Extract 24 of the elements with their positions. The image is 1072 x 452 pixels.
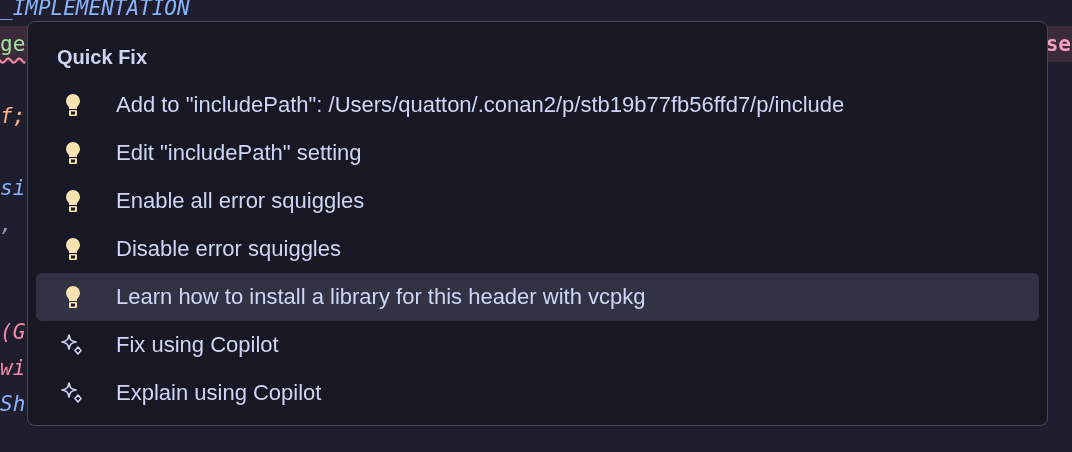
menu-title: Quick Fix — [56, 45, 149, 70]
code-text: f; — [0, 103, 26, 130]
code-text: _IMPLEMENTATION — [0, 0, 190, 22]
code-text: ge — [0, 31, 26, 58]
lightbulb-icon — [65, 285, 81, 309]
sparkle-icon — [61, 333, 85, 357]
menu-item[interactable]: Add to "includePath": /Users/quatton/.conan2/p/stb19b77fb56ffd7/p/include — [36, 81, 1039, 129]
lightbulb-icon — [65, 237, 81, 261]
menu-item[interactable]: Learn how to install a library for this header with vcpkg — [36, 273, 1039, 321]
menu-item[interactable]: Explain using Copilot — [36, 369, 1039, 417]
code-text: (G — [0, 319, 26, 346]
sparkle-icon — [61, 381, 85, 405]
code-text: , — [0, 211, 13, 238]
menu-item[interactable]: Disable error squiggles — [36, 225, 1039, 273]
menu-item[interactable]: Fix using Copilot — [36, 321, 1039, 369]
code-text: si — [0, 175, 26, 202]
lightbulb-icon — [65, 93, 81, 117]
lightbulb-icon — [65, 141, 81, 165]
menu-item[interactable]: Edit "includePath" setting — [36, 129, 1039, 177]
code-text: se — [1045, 31, 1072, 58]
code-text: wi — [0, 355, 26, 382]
menu-item[interactable]: Enable all error squiggles — [36, 177, 1039, 225]
code-text: Sh — [0, 391, 26, 418]
lightbulb-icon — [65, 189, 81, 213]
